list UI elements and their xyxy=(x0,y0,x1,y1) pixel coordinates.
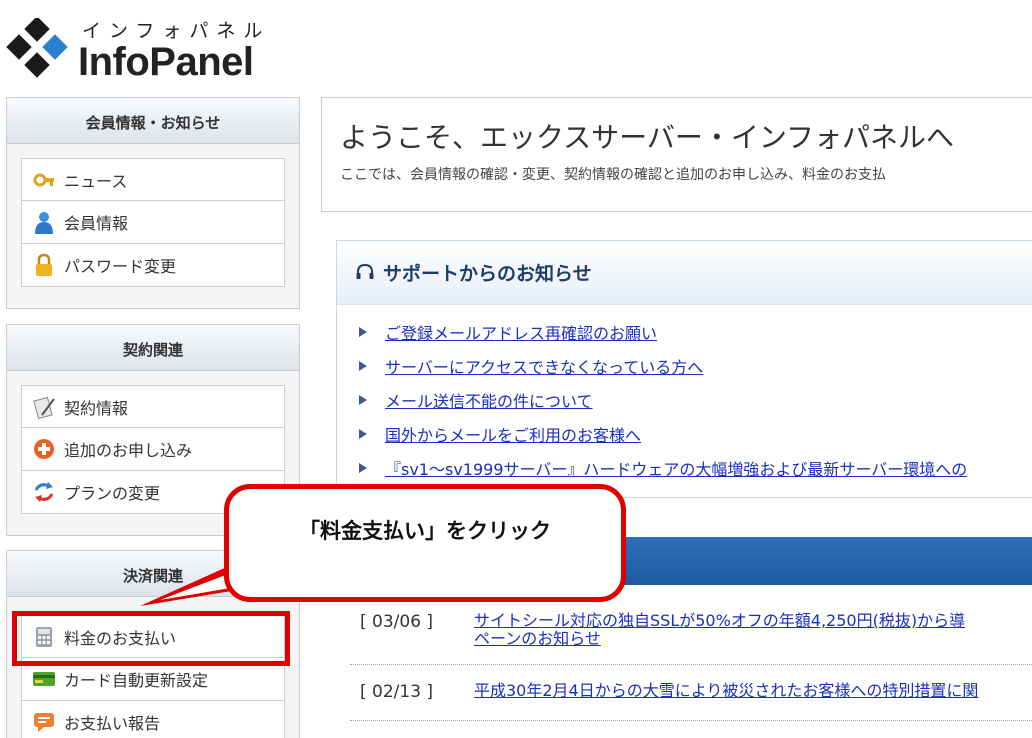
person-icon xyxy=(35,212,53,234)
contract-icon xyxy=(33,396,55,419)
news-link[interactable]: サイトシール対応の独自SSLが50%オフの年額4,250円(税抜)から導 ペーン… xyxy=(474,612,965,648)
sidebar-section-member: 会員情報・お知らせ ニュース 会員情報 パスワード変更 xyxy=(6,97,300,309)
sidebar-item-label: カード自動更新設定 xyxy=(64,671,209,690)
sidebar-section-title: 会員情報・お知らせ xyxy=(7,98,299,144)
sidebar-item-password[interactable]: パスワード変更 xyxy=(21,244,285,287)
sidebar-item-label: 契約情報 xyxy=(64,398,129,418)
sidebar-item-contract-info[interactable]: 契約情報 xyxy=(21,385,285,428)
speech-bubble-icon xyxy=(34,713,54,732)
news-header-bar xyxy=(560,537,1032,585)
list-item: メール送信不能の件について xyxy=(359,383,1032,417)
list-item: 国外からメールをご利用のお客様へ xyxy=(359,417,1032,451)
sidebar-item-label: お支払い報告 xyxy=(64,714,161,733)
plus-circle-icon xyxy=(34,439,54,459)
sidebar-item-label: 会員情報 xyxy=(64,214,129,233)
page-title: ようこそ、エックスサーバー・インフォパネルへ xyxy=(340,121,955,154)
logo-kana: インフォパネル xyxy=(82,20,271,42)
news-row: [ 02/13 ] 平成30年2月4日からの大雪により被災されたお客様への特別措… xyxy=(350,682,1032,710)
sidebar-item-payment-report[interactable]: お支払い報告 xyxy=(21,701,285,738)
support-notices-panel: サポートからのお知らせ ご登録メールアドレス再確認のお願い サーバーにアクセスで… xyxy=(336,240,1032,498)
callout-text: 「料金支払い」をクリック xyxy=(299,519,551,543)
headset-icon xyxy=(356,263,374,279)
diamond-logo-icon xyxy=(6,18,68,78)
news-row: [ 03/06 ] サイトシール対応の独自SSLが50%オフの年額4,250円(… xyxy=(350,612,1032,658)
credit-card-icon xyxy=(33,672,55,686)
sidebar-item-news[interactable]: ニュース xyxy=(21,158,285,201)
sidebar-item-member-info[interactable]: 会員情報 xyxy=(21,201,285,244)
news-key-icon xyxy=(33,173,54,186)
bullet-triangle-icon xyxy=(359,429,367,439)
bullet-triangle-icon xyxy=(359,463,367,473)
sidebar-item-label: 追加のお申し込み xyxy=(64,441,193,460)
support-notice-link[interactable]: メール送信不能の件について xyxy=(385,388,593,412)
infopanel-logo[interactable]: インフォパネル InfoPanel xyxy=(6,14,306,86)
sidebar-item-label: パスワード変更 xyxy=(64,257,177,276)
lock-icon xyxy=(36,253,52,276)
news-date: [ 03/06 ] xyxy=(360,612,434,632)
refresh-arrows-icon xyxy=(34,482,54,502)
list-item: 『sv1～sv1999サーバー』ハードウェアの大幅増強および最新サーバー環境への xyxy=(359,451,1032,485)
bullet-triangle-icon xyxy=(359,361,367,371)
news-link[interactable]: 平成30年2月4日からの大雪により被災されたお客様への特別措置に関 xyxy=(474,682,978,700)
sidebar-item-label: ニュース xyxy=(64,171,128,191)
support-notices-header: サポートからのお知らせ xyxy=(337,241,1032,305)
page-description: ここでは、会員情報の確認・変更、契約情報の確認と追加のお申し込み、料金のお支払 xyxy=(340,167,886,183)
news-divider xyxy=(350,664,1032,665)
instruction-callout: 「料金支払い」をクリック xyxy=(224,484,626,602)
support-notice-link[interactable]: ご登録メールアドレス再確認のお願い xyxy=(385,320,657,344)
list-item: サーバーにアクセスできなくなっている方へ xyxy=(359,349,1032,383)
support-notices-list: ご登録メールアドレス再確認のお願い サーバーにアクセスできなくなっている方へ メ… xyxy=(337,305,1032,485)
sidebar-item-additional-order[interactable]: 追加のお申し込み xyxy=(21,428,285,471)
sidebar-section-title: 契約関連 xyxy=(7,325,299,371)
support-notices-title: サポートからのお知らせ xyxy=(383,263,592,285)
news-divider xyxy=(350,720,1032,721)
list-item: ご登録メールアドレス再確認のお願い xyxy=(359,315,1032,349)
highlight-box xyxy=(12,611,290,666)
news-link-line: ペーンのお知らせ xyxy=(474,629,601,648)
bullet-triangle-icon xyxy=(359,395,367,405)
support-notice-link[interactable]: サーバーにアクセスできなくなっている方へ xyxy=(385,354,703,378)
support-notice-link[interactable]: 『sv1～sv1999サーバー』ハードウェアの大幅増強および最新サーバー環境への xyxy=(385,456,967,480)
sidebar-item-label: プランの変更 xyxy=(64,484,161,503)
welcome-panel: ようこそ、エックスサーバー・インフォパネルへ ここでは、会員情報の確認・変更、契… xyxy=(321,97,1032,212)
support-notice-link[interactable]: 国外からメールをご利用のお客様へ xyxy=(385,422,641,446)
bullet-triangle-icon xyxy=(359,327,367,337)
news-date: [ 02/13 ] xyxy=(360,682,434,702)
logo-text: InfoPanel xyxy=(78,40,254,84)
news-link-line: サイトシール対応の独自SSLが50%オフの年額4,250円(税抜)から導 xyxy=(474,611,966,630)
